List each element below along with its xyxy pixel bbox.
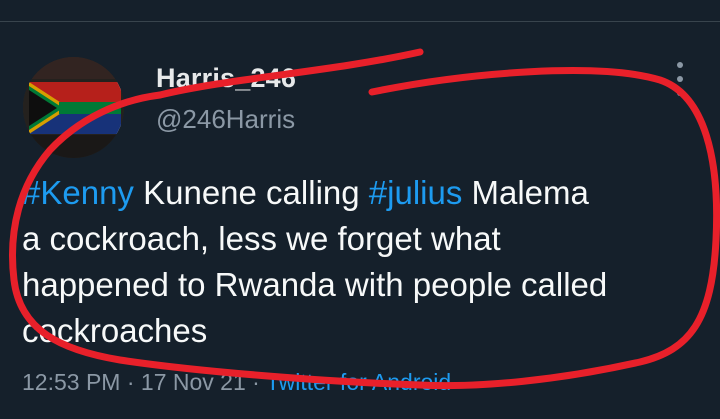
vertical-ellipsis-icon-dot (677, 90, 683, 96)
tweet-text-segment: Kunene calling (133, 174, 369, 211)
display-name[interactable]: Harris_246 (156, 63, 296, 94)
meta-separator: · (252, 369, 260, 395)
tweet-text-line: happened to Rwanda with people called (22, 262, 702, 308)
vertical-ellipsis-icon (677, 62, 683, 68)
user-handle[interactable]: @246Harris (156, 104, 295, 135)
tweet-metadata: 12:53 PM · 17 Nov 21 · Twitter for Andro… (22, 369, 451, 396)
south-africa-flag-avatar-icon (23, 57, 124, 158)
avatar[interactable] (23, 57, 124, 158)
tweet-text: #Kenny Kunene calling #julius Malema a co… (22, 170, 702, 354)
tweet-text-segment: Malema (462, 174, 589, 211)
tweet-text-segment: a cockroach, less we forget what (22, 220, 501, 257)
tweet-text-segment: happened to Rwanda with people called (22, 266, 608, 303)
hashtag-link[interactable]: #julius (369, 174, 463, 211)
tweet-time[interactable]: 12:53 PM (22, 369, 120, 395)
tweet-text-line: cockroaches (22, 308, 702, 354)
top-divider (0, 21, 720, 22)
vertical-ellipsis-icon-dot (677, 76, 683, 82)
more-options-button[interactable] (668, 62, 692, 96)
tweet-text-segment: cockroaches (22, 312, 208, 349)
tweet-date[interactable]: 17 Nov 21 (141, 369, 246, 395)
tweet-source-link[interactable]: Twitter for Android (266, 369, 451, 395)
tweet-text-line: #Kenny Kunene calling #julius Malema (22, 170, 702, 216)
meta-separator: · (126, 369, 135, 395)
tweet-text-line: a cockroach, less we forget what (22, 216, 702, 262)
hashtag-link[interactable]: #Kenny (22, 174, 134, 211)
